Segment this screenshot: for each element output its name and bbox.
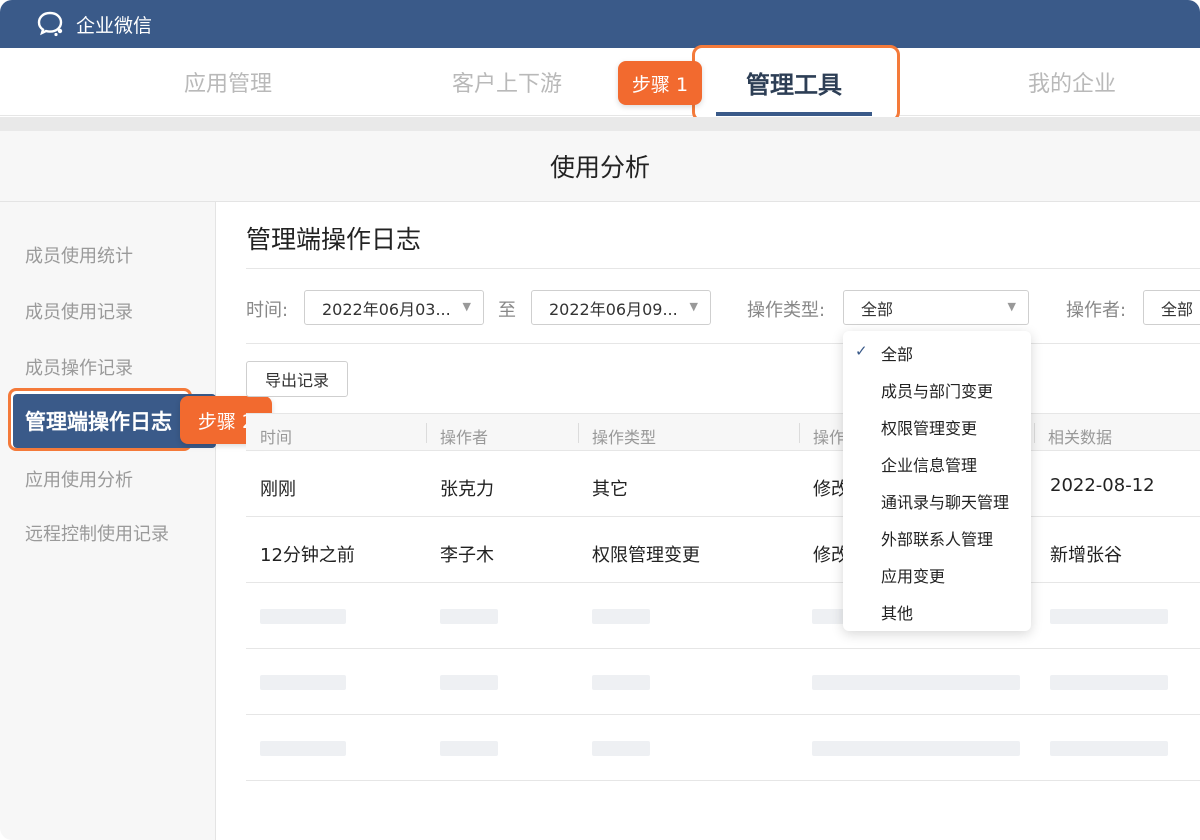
- placeholder-bar: [440, 675, 498, 690]
- placeholder-bar: [592, 741, 650, 756]
- end-date-value: 2022年06月09...: [549, 299, 678, 319]
- cell-related-data: 新增张谷: [1050, 545, 1122, 566]
- tab-app-management[interactable]: 应用管理: [184, 48, 272, 116]
- divider: [246, 268, 1200, 269]
- dropdown-option-all[interactable]: 全部: [881, 341, 913, 365]
- table-header: 时间 操作者 操作类型 操作 相关数据: [246, 413, 1200, 451]
- cell-operation-type: 其它: [592, 479, 628, 500]
- placeholder-bar: [1050, 741, 1168, 756]
- dropdown-option-permission-change[interactable]: 权限管理变更: [881, 415, 977, 439]
- cell-time: 12分钟之前: [260, 545, 355, 566]
- placeholder-bar: [440, 741, 498, 756]
- column-header-operation-type: 操作类型: [592, 428, 657, 447]
- page-title: 管理端操作日志: [246, 225, 422, 254]
- operation-type-label: 操作类型:: [747, 300, 826, 321]
- dropdown-option-external-contacts[interactable]: 外部联系人管理: [881, 526, 993, 550]
- cell-operator: 张克力: [440, 479, 494, 500]
- column-header-time: 时间: [260, 428, 293, 447]
- placeholder-bar: [592, 609, 650, 624]
- operator-value: 全部: [1161, 299, 1194, 319]
- step-1-badge: 步骤 1: [618, 61, 702, 105]
- dropdown-option-other[interactable]: 其他: [881, 600, 913, 624]
- table-row[interactable]: 刚刚 张克力 其它 修改 2022-08-12: [246, 451, 1200, 517]
- operator-select[interactable]: 全部: [1143, 290, 1200, 325]
- tab-my-enterprise[interactable]: 我的企业: [1028, 48, 1116, 116]
- sidebar-item-member-usage-stats[interactable]: 成员使用统计: [25, 242, 133, 268]
- divider: [246, 343, 1200, 344]
- sidebar-item-member-usage-records[interactable]: 成员使用记录: [25, 298, 133, 324]
- wecom-logo-icon: [36, 10, 68, 38]
- placeholder-bar: [1050, 609, 1168, 624]
- column-header-related-data: 相关数据: [1048, 428, 1113, 447]
- placeholder-bar: [260, 741, 346, 756]
- sidebar-item-remote-control-records[interactable]: 远程控制使用记录: [25, 520, 169, 546]
- time-filter-label: 时间:: [246, 300, 289, 321]
- dropdown-option-member-dept-change[interactable]: 成员与部门变更: [881, 378, 993, 402]
- tab-management-tools[interactable]: 管理工具: [716, 48, 872, 116]
- date-range-to-label: 至: [498, 300, 516, 321]
- dropdown-option-enterprise-info[interactable]: 企业信息管理: [881, 452, 977, 476]
- placeholder-row: [246, 715, 1200, 781]
- operation-type-dropdown: ✓ 全部 成员与部门变更 权限管理变更 企业信息管理 通讯录与聊天管理 外部联系…: [843, 331, 1031, 631]
- cell-time: 刚刚: [260, 479, 296, 500]
- placeholder-row: [246, 649, 1200, 715]
- table-row[interactable]: 12分钟之前 李子木 权限管理变更 修改 新增张谷: [246, 517, 1200, 583]
- start-date-select[interactable]: 2022年06月03... ▼: [304, 290, 484, 325]
- check-icon: ✓: [855, 342, 868, 360]
- divider-strip: [0, 117, 1200, 131]
- placeholder-bar: [812, 675, 1020, 690]
- section-title: 使用分析: [0, 131, 1200, 202]
- placeholder-bar: [592, 675, 650, 690]
- placeholder-bar: [440, 609, 498, 624]
- operation-type-value: 全部: [861, 299, 894, 319]
- cell-related-data: 2022-08-12: [1050, 475, 1155, 496]
- placeholder-bar: [1050, 675, 1168, 690]
- column-separator: [799, 423, 800, 443]
- app-title: 企业微信: [76, 14, 153, 37]
- start-date-value: 2022年06月03...: [322, 299, 451, 319]
- main-tabs: 应用管理 客户上下游 我的企业: [0, 48, 1200, 116]
- placeholder-bar: [260, 675, 346, 690]
- dropdown-option-app-change[interactable]: 应用变更: [881, 563, 945, 587]
- cell-operator: 李子木: [440, 545, 494, 566]
- placeholder-bar: [260, 609, 346, 624]
- column-separator: [426, 423, 427, 443]
- tab-customer-upstream-downstream[interactable]: 客户上下游: [452, 48, 562, 116]
- end-date-select[interactable]: 2022年06月09... ▼: [531, 290, 711, 325]
- sidebar: 成员使用统计 成员使用记录 成员操作记录 应用使用分析 远程控制使用记录: [0, 202, 216, 840]
- caret-down-icon: ▼: [689, 300, 698, 313]
- operator-filter-label: 操作者:: [1066, 300, 1127, 321]
- active-tab-underline: [716, 112, 872, 116]
- sidebar-item-app-usage-analysis[interactable]: 应用使用分析: [25, 466, 133, 492]
- column-header-operation: 操作: [813, 428, 846, 447]
- export-records-button[interactable]: 导出记录: [246, 361, 348, 397]
- column-header-operator: 操作者: [440, 428, 489, 447]
- dropdown-option-contacts-chat[interactable]: 通讯录与聊天管理: [881, 489, 1009, 513]
- cell-operation-type: 权限管理变更: [592, 545, 700, 566]
- sidebar-item-member-operation-records[interactable]: 成员操作记录: [25, 354, 133, 380]
- operation-type-select[interactable]: 全部 ▼: [843, 290, 1029, 325]
- app-window: 企业微信 应用管理 客户上下游 我的企业 管理工具 步骤 1 使用分析 成员使用…: [0, 0, 1200, 840]
- caret-down-icon: ▼: [462, 300, 471, 313]
- app-header: 企业微信: [0, 0, 1200, 48]
- placeholder-bar: [812, 741, 1020, 756]
- caret-down-icon: ▼: [1007, 300, 1016, 313]
- column-separator: [578, 423, 579, 443]
- column-separator: [1034, 423, 1035, 443]
- placeholder-row: [246, 583, 1200, 649]
